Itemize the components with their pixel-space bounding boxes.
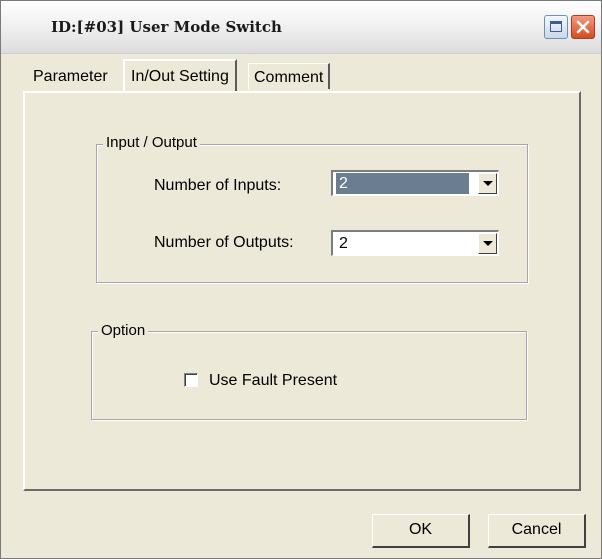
dialog-window: ID:[#03] User Mode Switch Parameter In/O… bbox=[0, 0, 602, 559]
cancel-button[interactable]: Cancel bbox=[488, 514, 586, 548]
tab-comment[interactable]: Comment bbox=[248, 63, 331, 89]
use-fault-present-checkbox[interactable] bbox=[184, 373, 198, 387]
use-fault-present-label[interactable]: Use Fault Present bbox=[209, 372, 337, 390]
tab-in-out-setting[interactable]: In/Out Setting bbox=[123, 59, 237, 91]
close-icon bbox=[576, 20, 590, 34]
number-of-outputs-value: 2 bbox=[339, 235, 348, 252]
title-bar[interactable]: ID:[#03] User Mode Switch bbox=[1, 1, 601, 54]
number-of-outputs-label: Number of Outputs: bbox=[154, 234, 294, 251]
ok-button[interactable]: OK bbox=[372, 514, 470, 548]
input-output-group: Input / Output bbox=[96, 134, 528, 283]
chevron-down-icon[interactable] bbox=[478, 173, 497, 194]
number-of-outputs-select[interactable]: 2 bbox=[331, 230, 499, 256]
tab-strip: Parameter In/Out Setting Comment bbox=[1, 54, 601, 94]
number-of-inputs-select[interactable]: 2 bbox=[331, 170, 499, 196]
maximize-button[interactable] bbox=[544, 15, 568, 39]
window-title: ID:[#03] User Mode Switch bbox=[51, 18, 282, 36]
option-legend: Option bbox=[98, 322, 149, 339]
input-output-legend: Input / Output bbox=[103, 134, 200, 151]
close-button[interactable] bbox=[571, 15, 595, 39]
tab-parameter[interactable]: Parameter bbox=[33, 68, 108, 86]
chevron-down-icon[interactable] bbox=[478, 233, 497, 254]
number-of-inputs-value: 2 bbox=[336, 173, 469, 194]
number-of-inputs-label: Number of Inputs: bbox=[154, 177, 282, 194]
